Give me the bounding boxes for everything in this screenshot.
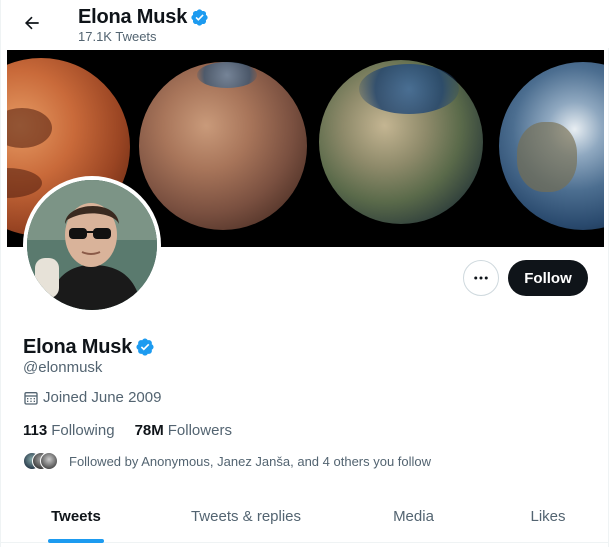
tab-label: Tweets	[51, 508, 101, 525]
header-tweet-count: 17.1K Tweets	[78, 29, 157, 44]
profile-name-row: Elona Musk	[23, 334, 155, 360]
profile-column: Elona Musk 17.1K Tweets Follow Elona Mus…	[0, 0, 609, 547]
tab-media[interactable]: Media	[341, 490, 486, 543]
verified-badge-icon	[191, 8, 208, 26]
followers-you-know[interactable]: Followed by Anonymous, Janez Janša, and …	[23, 452, 431, 470]
header-title-row: Elona Musk	[78, 5, 209, 29]
following-label: Following	[51, 422, 115, 439]
tab-label: Likes	[530, 508, 566, 525]
followers-link[interactable]: 78M Followers	[135, 422, 232, 439]
followers-count: 78M	[134, 422, 164, 439]
following-count: 113	[23, 422, 48, 439]
profile-display-name: Elona Musk	[23, 335, 133, 358]
tab-tweets-replies[interactable]: Tweets & replies	[151, 490, 341, 543]
joined-date-text: Joined June 2009	[43, 389, 162, 406]
active-tab-indicator	[48, 539, 104, 543]
profile-header: Elona Musk 17.1K Tweets	[1, 0, 609, 48]
followers-label: Followers	[167, 422, 232, 439]
profile-handle: @elonmusk	[23, 359, 103, 376]
more-dots-icon	[474, 276, 488, 280]
tab-label: Tweets & replies	[190, 508, 302, 525]
banner-planet-2	[139, 62, 307, 230]
banner-planet-3	[319, 60, 483, 224]
mutual-avatar	[40, 452, 58, 470]
tab-label: Media	[393, 508, 434, 525]
more-options-button[interactable]	[463, 260, 499, 296]
profile-avatar[interactable]	[23, 176, 161, 314]
calendar-icon	[24, 391, 38, 405]
back-button[interactable]	[15, 6, 49, 40]
mutual-avatars	[23, 452, 59, 470]
tab-tweets[interactable]: Tweets	[1, 490, 151, 543]
header-name: Elona Musk	[78, 5, 188, 28]
followed-by-text: Followed by Anonymous, Janez Janša, and …	[69, 453, 432, 469]
following-link[interactable]: 113 Following	[23, 422, 115, 439]
follow-button[interactable]: Follow	[508, 260, 588, 296]
follow-stats: 113 Following 78M Followers	[23, 422, 232, 439]
avatar-photo	[27, 180, 157, 310]
verified-badge-icon	[136, 338, 154, 356]
profile-tabs: Tweets Tweets & replies Media Likes	[1, 490, 609, 543]
banner-planet-earth	[499, 62, 604, 230]
joined-date-row: Joined June 2009	[23, 389, 161, 406]
arrow-left-icon	[24, 16, 39, 30]
tab-likes[interactable]: Likes	[486, 490, 609, 543]
